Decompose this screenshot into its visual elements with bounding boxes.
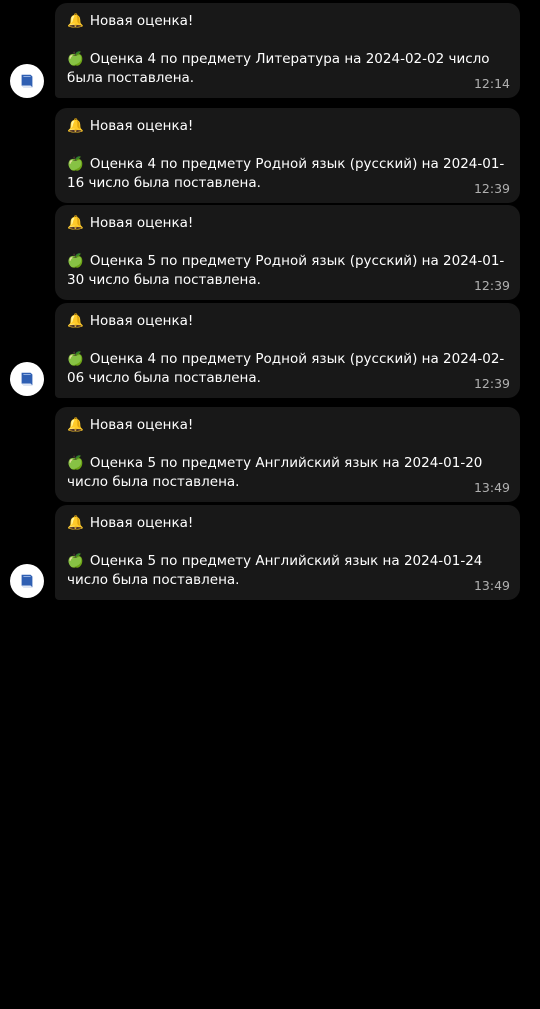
bell-icon: 🔔 <box>67 118 84 134</box>
message-bubble[interactable]: 🔔 Новая оценка! 🍏 Оценка 4 по предмету Род… <box>55 108 520 203</box>
message-bubble[interactable]: 🔔 Новая оценка! 🍏 Оценка 4 по предмету Род… <box>55 303 520 398</box>
chat-history: 🔔 Новая оценка! 🍏 Оценка 4 по предмету Лит… <box>0 0 540 1009</box>
avatar[interactable] <box>10 64 44 98</box>
message-time: 12:39 <box>473 278 510 293</box>
message-time: 13:49 <box>473 578 510 593</box>
message-text: 🍏 Оценка 5 по предмету Родной язык (русск… <box>67 253 505 288</box>
message-text: 🍏 Оценка 5 по предмету Английский язык на… <box>67 455 483 490</box>
message-text: 🍏 Оценка 4 по предмету Родной язык (русск… <box>67 351 505 386</box>
blue-book-icon <box>21 74 33 88</box>
bell-icon: 🔔 <box>67 313 84 329</box>
message-bubble[interactable]: 🔔 Новая оценка! 🍏 Оценка 5 по предмету Анг… <box>55 407 520 502</box>
bell-icon: 🔔 <box>67 515 84 531</box>
green-apple-icon: 🍏 <box>67 253 84 269</box>
bell-icon: 🔔 <box>67 215 84 231</box>
green-apple-icon: 🍏 <box>67 51 84 67</box>
message-title: 🔔 Новая оценка! <box>67 118 194 134</box>
green-apple-icon: 🍏 <box>67 553 84 569</box>
green-apple-icon: 🍏 <box>67 455 84 471</box>
message-title: 🔔 Новая оценка! <box>67 417 194 433</box>
message-text: 🍏 Оценка 5 по предмету Английский язык на… <box>67 553 483 588</box>
message-time: 12:39 <box>473 376 510 391</box>
green-apple-icon: 🍏 <box>67 156 84 172</box>
bell-icon: 🔔 <box>67 417 84 433</box>
message-title: 🔔 Новая оценка! <box>67 13 194 29</box>
message-title: 🔔 Новая оценка! <box>67 313 194 329</box>
message-bubble[interactable]: 🔔 Новая оценка! 🍏 Оценка 5 по предмету Род… <box>55 205 520 300</box>
avatar[interactable] <box>10 564 44 598</box>
blue-book-icon <box>21 372 33 386</box>
bell-icon: 🔔 <box>67 13 84 29</box>
message-bubble[interactable]: 🔔 Новая оценка! 🍏 Оценка 5 по предмету Анг… <box>55 505 520 600</box>
message-time: 12:14 <box>473 76 510 91</box>
message-title: 🔔 Новая оценка! <box>67 515 194 531</box>
message-time: 12:39 <box>473 181 510 196</box>
blue-book-icon <box>21 574 33 588</box>
message-text: 🍏 Оценка 4 по предмету Родной язык (русск… <box>67 156 505 191</box>
message-title: 🔔 Новая оценка! <box>67 215 194 231</box>
message-time: 13:49 <box>473 480 510 495</box>
avatar[interactable] <box>10 362 44 396</box>
green-apple-icon: 🍏 <box>67 351 84 367</box>
message-text: 🍏 Оценка 4 по предмету Литература на 2024… <box>67 51 490 86</box>
message-bubble[interactable]: 🔔 Новая оценка! 🍏 Оценка 4 по предмету Лит… <box>55 3 520 98</box>
